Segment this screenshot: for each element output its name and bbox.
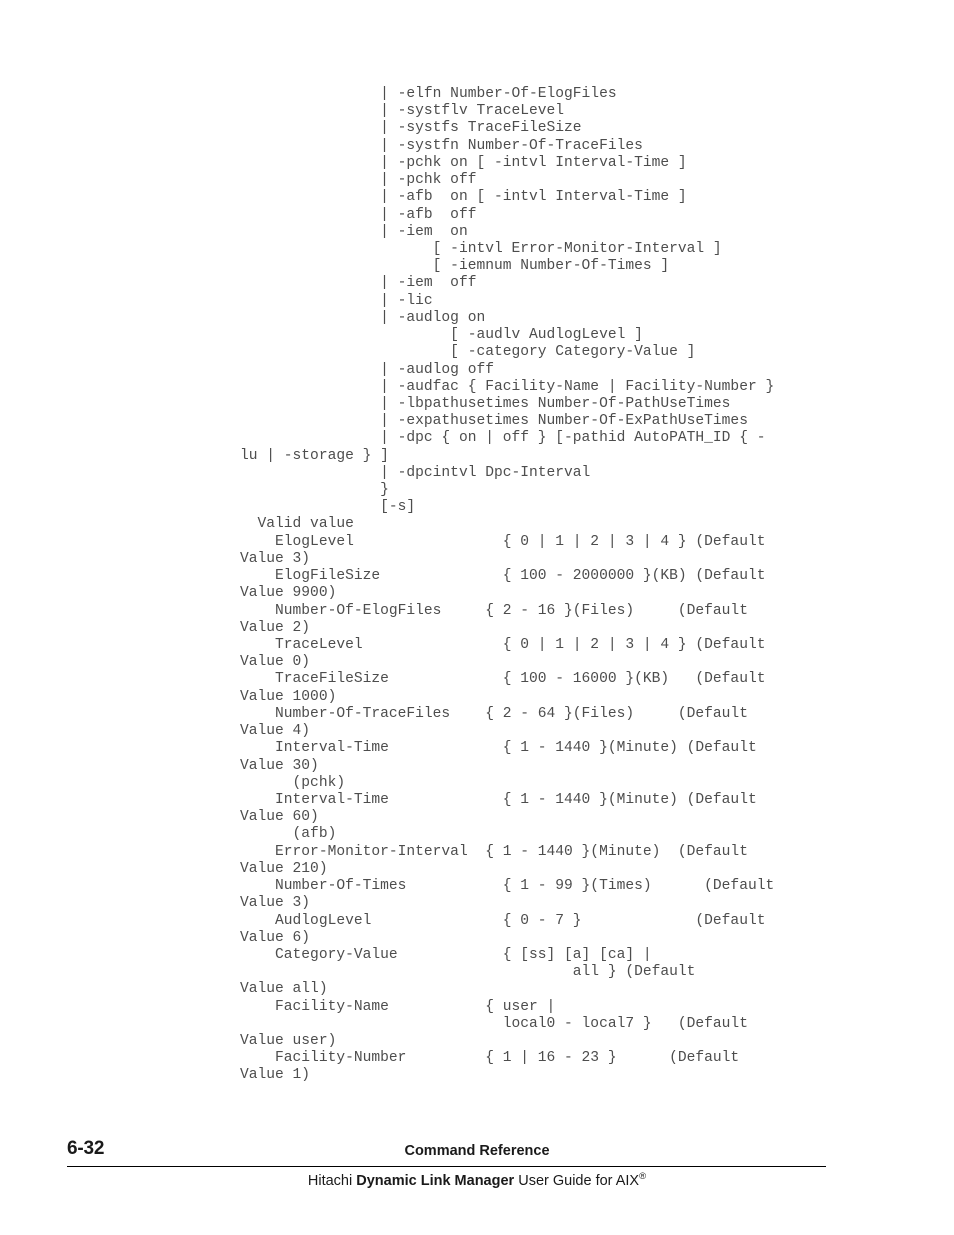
code-line: Value 30) bbox=[240, 757, 319, 774]
code-line: Value 1) bbox=[240, 1067, 311, 1084]
code-line: lu | -storage } ] bbox=[240, 447, 389, 464]
code-line: Value 3) bbox=[240, 895, 311, 912]
footer-divider bbox=[67, 1166, 826, 1167]
code-line: Value user) bbox=[240, 1033, 337, 1050]
code-line: | -dpcintvl Dpc-Interval bbox=[240, 464, 591, 481]
code-line: all } (Default bbox=[240, 964, 696, 981]
guide-title-product: Dynamic Link Manager bbox=[356, 1173, 515, 1189]
code-line: [ -iemnum Number-Of-Times ] bbox=[240, 258, 670, 275]
code-line: Facility-Number { 1 | 16 - 23 } (Default bbox=[240, 1050, 740, 1067]
code-line: TraceFileSize { 100 - 16000 }(KB) (Defau… bbox=[240, 671, 766, 688]
code-line: | -lic bbox=[240, 292, 433, 309]
code-line: | -pchk on [ -intvl Interval-Time ] bbox=[240, 154, 687, 171]
code-line: | -systflv TraceLevel bbox=[240, 103, 565, 120]
code-line: ElogFileSize { 100 - 2000000 }(KB) (Defa… bbox=[240, 568, 766, 585]
code-line: Value 1000) bbox=[240, 688, 337, 705]
code-line: (pchk) bbox=[240, 774, 346, 791]
code-line: Value 0) bbox=[240, 654, 311, 671]
footer-section-title: Command Reference bbox=[404, 1143, 550, 1159]
code-line: Value 60) bbox=[240, 809, 319, 826]
page-footer: 6-32 Command Reference bbox=[0, 1138, 954, 1166]
code-line: TraceLevel { 0 | 1 | 2 | 3 | 4 } (Defaul… bbox=[240, 637, 766, 653]
code-line: AudlogLevel { 0 - 7 } (Default bbox=[240, 912, 766, 929]
code-line: Interval-Time { 1 - 1440 }(Minute) (Defa… bbox=[240, 740, 757, 757]
code-line: Value 2) bbox=[240, 619, 311, 636]
code-line: Number-Of-TraceFiles { 2 - 64 }(Files) (… bbox=[240, 705, 748, 722]
code-line: local0 - local7 } (Default bbox=[240, 1015, 748, 1032]
code-line: Number-Of-ElogFiles { 2 - 16 }(Files) (D… bbox=[240, 602, 748, 619]
code-line: Category-Value { [ss] [a] [ca] | bbox=[240, 946, 652, 963]
footer-guide-title: Hitachi Dynamic Link Manager User Guide … bbox=[0, 1171, 954, 1189]
guide-title-prefix: Hitachi bbox=[307, 1173, 357, 1189]
code-line: (afb) bbox=[240, 826, 337, 843]
code-line: ElogLevel { 0 | 1 | 2 | 3 | 4 } (Default bbox=[240, 533, 766, 550]
code-line: | -dpc { on | off } [-pathid AutoPATH_ID… bbox=[240, 430, 766, 447]
footer-top-row: 6-32 Command Reference bbox=[0, 1138, 954, 1166]
code-line: Error-Monitor-Interval { 1 - 1440 }(Minu… bbox=[240, 843, 748, 860]
code-line: [ -category Category-Value ] bbox=[240, 344, 696, 361]
code-line: | -iem on bbox=[240, 223, 468, 240]
command-syntax-block: | -elfn Number-Of-ElogFiles | -systflv T… bbox=[240, 86, 940, 1085]
code-line: Interval-Time { 1 - 1440 }(Minute) (Defa… bbox=[240, 791, 757, 808]
code-line: } bbox=[240, 482, 389, 499]
code-line: Value all) bbox=[240, 981, 328, 998]
code-line: | -iem off bbox=[240, 275, 477, 292]
code-line: Value 4) bbox=[240, 723, 311, 740]
code-line: Value 210) bbox=[240, 860, 328, 877]
code-line: Value 9900) bbox=[240, 585, 337, 602]
code-line: [ -audlv AudlogLevel ] bbox=[240, 327, 643, 344]
code-line: | -expathusetimes Number-Of-ExPathUseTim… bbox=[240, 413, 748, 430]
code-line: | -audfac { Facility-Name | Facility-Num… bbox=[240, 378, 775, 395]
code-line: | -systfs TraceFileSize bbox=[240, 120, 582, 137]
code-line: Facility-Name { user | bbox=[240, 998, 556, 1015]
code-line: [-s] bbox=[240, 499, 416, 516]
code-line: | -audlog on bbox=[240, 309, 486, 326]
code-line: Value 6) bbox=[240, 929, 311, 946]
code-line: Number-Of-Times { 1 - 99 }(Times) (Defau… bbox=[240, 878, 775, 895]
code-line: | -afb on [ -intvl Interval-Time ] bbox=[240, 189, 687, 206]
code-line: Valid value bbox=[240, 516, 354, 533]
code-line: | -elfn Number-Of-ElogFiles bbox=[240, 86, 617, 102]
code-line: | -pchk off bbox=[240, 172, 477, 189]
code-line: | -audlog off bbox=[240, 361, 494, 378]
code-line: Value 3) bbox=[240, 550, 311, 567]
code-line: | -systfn Number-Of-TraceFiles bbox=[240, 137, 643, 154]
guide-title-suffix: User Guide for AIX bbox=[514, 1173, 640, 1189]
code-line: [ -intvl Error-Monitor-Interval ] bbox=[240, 240, 722, 257]
code-line: | -afb off bbox=[240, 206, 477, 223]
registered-trademark-mark: ® bbox=[639, 1171, 647, 1183]
code-line: | -lbpathusetimes Number-Of-PathUseTimes bbox=[240, 395, 731, 412]
